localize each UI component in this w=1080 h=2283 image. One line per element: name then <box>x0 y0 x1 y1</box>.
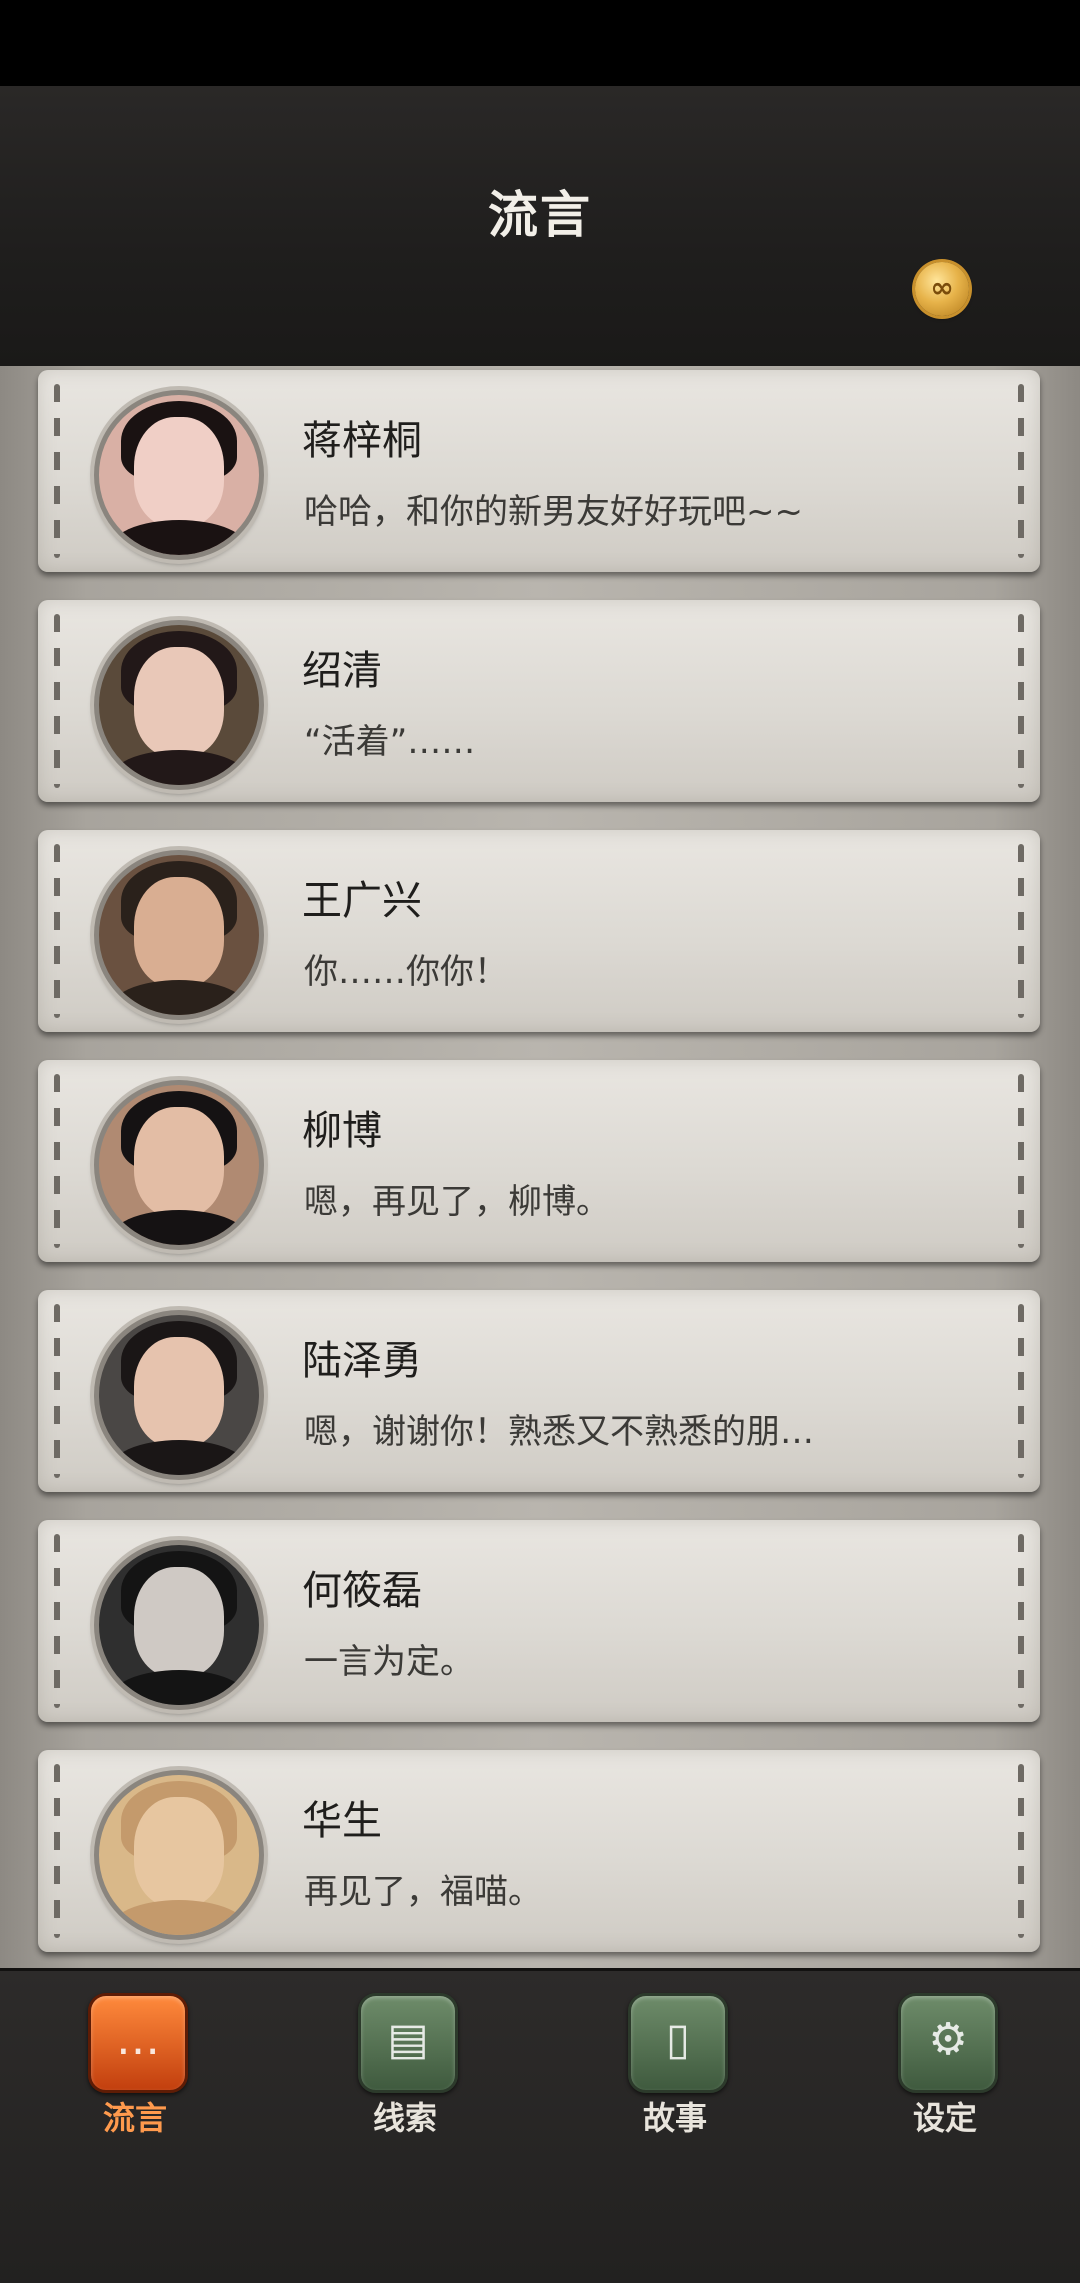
infinity-coin-icon[interactable]: ∞ <box>915 262 969 316</box>
last-message: 你……你你！ <box>304 952 508 992</box>
page-title: 流言 <box>488 185 592 244</box>
stitch-decoration <box>1018 1074 1024 1248</box>
stitch-decoration <box>1018 1534 1024 1708</box>
avatar-face <box>134 877 224 987</box>
last-message: 再见了，福喵。 <box>304 1872 542 1912</box>
avatar-face <box>134 417 224 527</box>
chat-bubble-icon: … <box>88 1993 188 2093</box>
stitch-decoration <box>54 1074 60 1248</box>
stitch-decoration <box>1018 384 1024 558</box>
stitch-decoration <box>1018 614 1024 788</box>
stitch-decoration <box>54 1304 60 1478</box>
tab-label: 流言 <box>102 2099 167 2137</box>
avatar-body <box>109 520 249 555</box>
avatar-body <box>109 750 249 785</box>
avatar-face <box>134 647 224 757</box>
contact-name: 华生 <box>302 1798 382 1844</box>
contact-name: 绍清 <box>302 648 382 694</box>
stitch-decoration <box>54 1764 60 1938</box>
avatar[interactable] <box>94 1540 264 1710</box>
stitch-decoration <box>1018 1304 1024 1478</box>
avatar-face <box>134 1567 224 1677</box>
avatar-body <box>109 1900 249 1935</box>
tab-bar: … 流言 ▤ 线索 ▯ 故事 ⚙ 设定 <box>0 1968 1080 2283</box>
avatar-face <box>134 1797 224 1907</box>
stitch-decoration <box>54 614 60 788</box>
infinity-icon: ∞ <box>930 271 954 304</box>
stitch-decoration <box>54 1534 60 1708</box>
avatar[interactable] <box>94 1770 264 1940</box>
contact-name: 蒋梓桐 <box>302 418 422 464</box>
last-message: 嗯，再见了，柳博。 <box>304 1182 610 1222</box>
conversation-card[interactable]: 陆泽勇嗯，谢谢你！熟悉又不熟悉的朋… <box>38 1290 1040 1492</box>
avatar-face <box>134 1337 224 1447</box>
document-icon: ▤ <box>358 1993 458 2093</box>
tab-label: 线索 <box>372 2099 437 2137</box>
conversation-list[interactable]: 蒋梓桐哈哈，和你的新男友好好玩吧~~ 绍清 “活着”…… 王广兴你……你你！ 柳博嗯，再… <box>0 366 1080 1968</box>
stitch-decoration <box>54 384 60 558</box>
avatar[interactable] <box>94 620 264 790</box>
conversation-card[interactable]: 华生再见了，福喵。 <box>38 1750 1040 1952</box>
gear-icon: ⚙ <box>898 1993 998 2093</box>
conversation-card[interactable]: 柳博嗯，再见了，柳博。 <box>38 1060 1040 1262</box>
avatar[interactable] <box>94 1310 264 1480</box>
contact-name: 陆泽勇 <box>302 1338 422 1384</box>
last-message: “活着”…… <box>304 722 476 762</box>
avatar-face <box>134 1107 224 1217</box>
stitch-decoration <box>1018 1764 1024 1938</box>
stitch-decoration <box>54 844 60 1018</box>
tab-clues[interactable]: ▤ 线索 <box>315 1993 495 2153</box>
tab-settings[interactable]: ⚙ 设定 <box>855 1993 1035 2153</box>
avatar[interactable] <box>94 390 264 560</box>
conversation-card[interactable]: 王广兴你……你你！ <box>38 830 1040 1032</box>
avatar-body <box>109 1440 249 1475</box>
conversation-card[interactable]: 何筱磊 一言为定。 <box>38 1520 1040 1722</box>
contact-name: 何筱磊 <box>302 1568 422 1614</box>
status-bar <box>0 0 1080 86</box>
stitch-decoration <box>1018 844 1024 1018</box>
avatar[interactable] <box>94 1080 264 1250</box>
tab-label: 故事 <box>642 2099 707 2137</box>
avatar[interactable] <box>94 850 264 1020</box>
conversation-card[interactable]: 绍清 “活着”…… <box>38 600 1040 802</box>
tab-rumors[interactable]: … 流言 <box>45 1993 225 2153</box>
last-message: 哈哈，和你的新男友好好玩吧~~ <box>304 492 803 532</box>
last-message: 嗯，谢谢你！熟悉又不熟悉的朋… <box>304 1412 814 1452</box>
avatar-body <box>109 1210 249 1245</box>
book-icon: ▯ <box>628 1993 728 2093</box>
contact-name: 柳博 <box>302 1108 382 1154</box>
conversation-card[interactable]: 蒋梓桐哈哈，和你的新男友好好玩吧~~ <box>38 370 1040 572</box>
avatar-body <box>109 1670 249 1705</box>
contact-name: 王广兴 <box>302 878 422 924</box>
last-message: 一言为定。 <box>304 1642 474 1682</box>
tab-story[interactable]: ▯ 故事 <box>585 1993 765 2153</box>
tab-label: 设定 <box>912 2099 977 2137</box>
avatar-body <box>109 980 249 1015</box>
